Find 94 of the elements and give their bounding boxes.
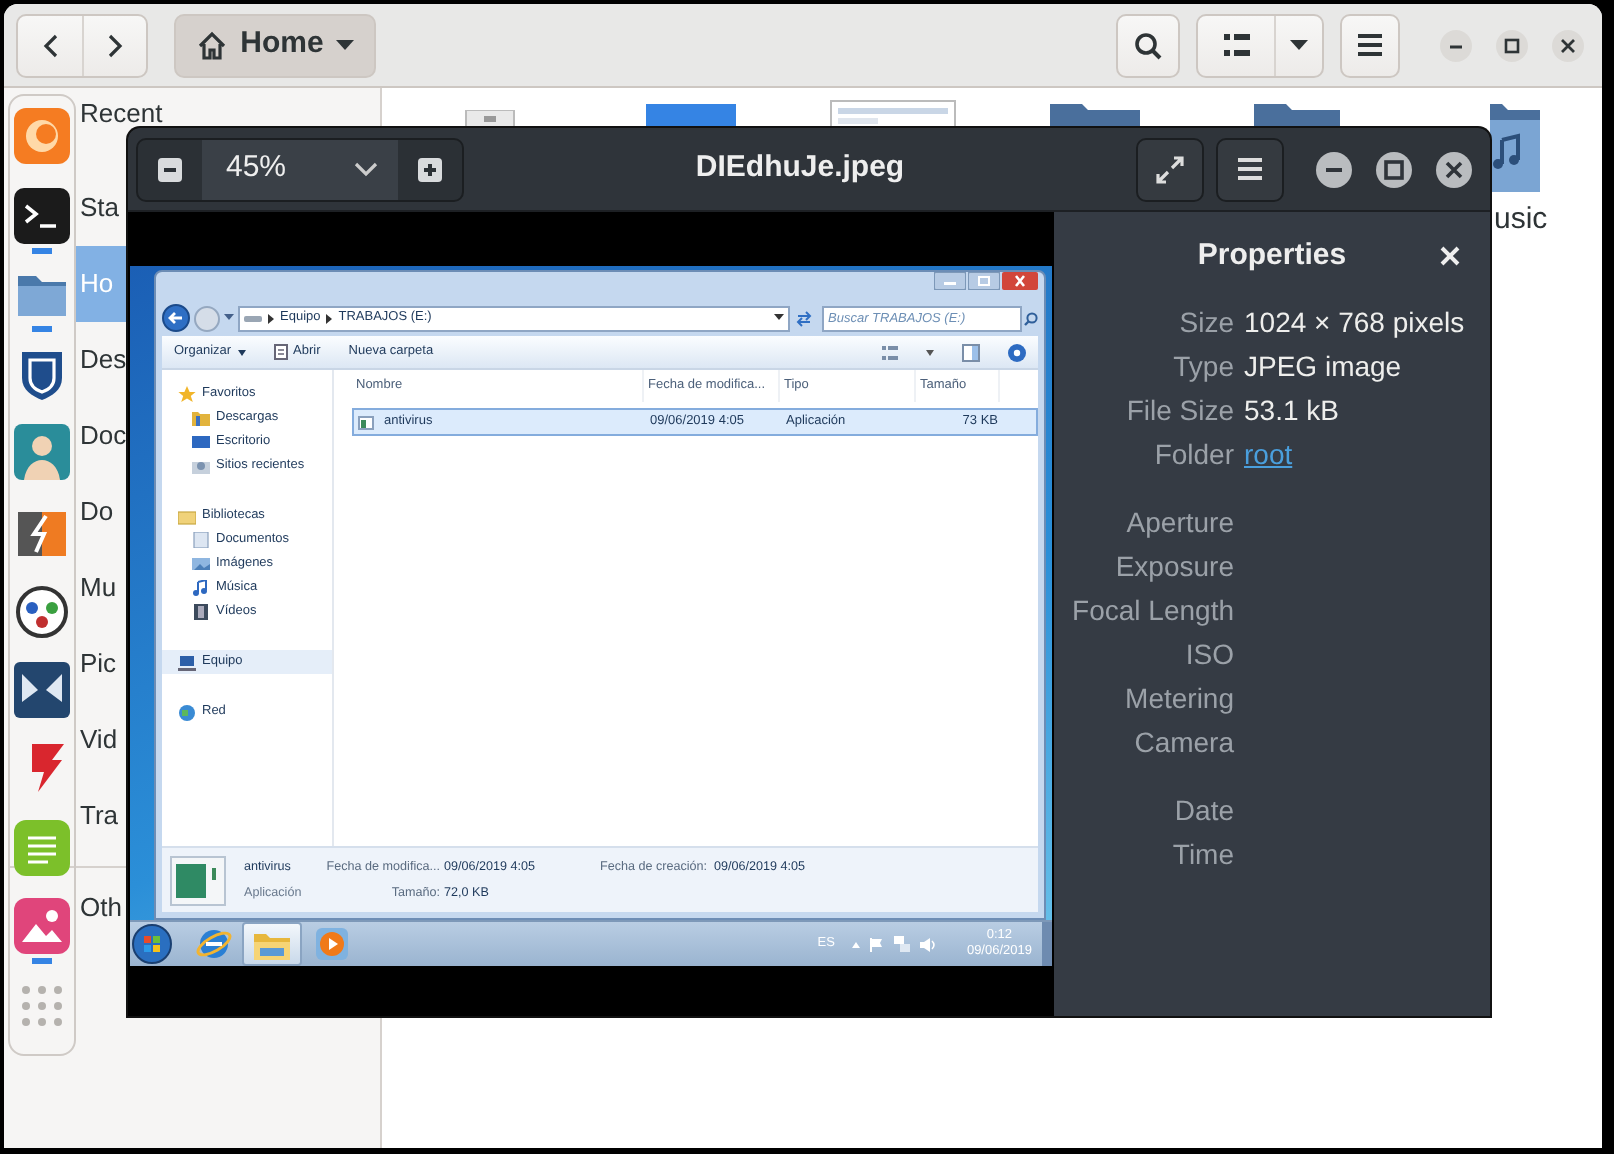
chevron-down-icon (354, 161, 378, 177)
property-label: Folder (1152, 436, 1234, 474)
menu-button[interactable] (1216, 137, 1284, 201)
property-label: Camera (1132, 724, 1234, 762)
folder-icon (192, 410, 210, 426)
preview-pane-icon[interactable] (962, 343, 980, 361)
caret-down-icon[interactable] (926, 349, 934, 355)
property-label: Exposure (1113, 548, 1234, 586)
minimize-icon[interactable] (1316, 151, 1352, 187)
music-folder-icon[interactable] (1490, 104, 1540, 192)
folder-label[interactable]: usic (1494, 198, 1548, 243)
library-icon (178, 507, 196, 525)
minimize-icon[interactable] (1440, 29, 1472, 61)
caret-down-icon (335, 39, 354, 51)
property-label: Metering (1123, 680, 1234, 718)
sidebar-item[interactable]: Oth (76, 870, 128, 946)
plus-icon (418, 157, 442, 181)
property-label: Size (1177, 304, 1234, 342)
property-value: JPEG image (1244, 348, 1404, 386)
property-label: File Size (1124, 392, 1234, 430)
caret-down-icon (1290, 39, 1308, 51)
image-icon[interactable] (14, 898, 70, 954)
media-player-icon[interactable] (316, 928, 348, 960)
location-button[interactable]: Home (174, 13, 376, 77)
property-value: 1024 × 768 pixels (1244, 304, 1467, 342)
picture-icon (192, 556, 210, 572)
tile-icon[interactable] (14, 661, 70, 717)
music-icon (192, 580, 210, 596)
clock-folder-icon (192, 458, 210, 474)
menu-icon (1238, 158, 1262, 180)
chevron-left-icon (42, 33, 58, 57)
sidebar-item[interactable]: Tra (76, 778, 128, 854)
property-label: Type (1171, 348, 1234, 386)
window-title: DIEdhuJe.jpeg (693, 148, 907, 189)
search-icon (1134, 31, 1162, 59)
file-thumbnail (170, 855, 226, 905)
document-icon (192, 532, 210, 548)
property-label: ISO (1183, 636, 1234, 674)
globe-icon (178, 703, 196, 721)
home-icon (196, 29, 229, 61)
property-label: Time (1170, 836, 1234, 874)
caret-down-icon (237, 349, 246, 355)
zoom-level-dropdown[interactable]: 45% (202, 139, 398, 199)
folder-link[interactable]: root (1244, 432, 1490, 476)
list-view-icon (1223, 34, 1249, 56)
terminal-icon[interactable] (14, 187, 70, 243)
menu-icon (1358, 34, 1382, 56)
caret-down-icon[interactable] (774, 314, 784, 322)
close-icon[interactable] (1552, 29, 1584, 61)
expand-icon (1154, 153, 1186, 185)
start-icon[interactable] (132, 924, 172, 964)
back-icon[interactable] (162, 304, 190, 332)
computer-icon (178, 653, 196, 671)
refresh-icon[interactable] (794, 308, 814, 328)
sidebar-item[interactable]: Do (76, 474, 128, 550)
sidebar-item[interactable]: Recent (76, 94, 163, 128)
sidebar-item[interactable]: Des (76, 322, 128, 398)
thumbnail-icon[interactable] (830, 100, 956, 128)
help-icon[interactable] (1008, 343, 1026, 361)
chevron-right-icon (326, 313, 333, 323)
sidebar-item[interactable]: Pic (76, 626, 128, 702)
chevron-right-icon (107, 33, 123, 57)
sidebar-item[interactable]: Mu (76, 550, 128, 626)
property-value: 53.1 kB (1244, 392, 1341, 430)
sidebar-item[interactable]: Doc (76, 398, 128, 474)
property-label: Aperture (1124, 504, 1234, 542)
view-icon[interactable] (882, 345, 898, 359)
taskbar-button[interactable] (242, 922, 302, 966)
image-file-icon[interactable] (646, 104, 736, 128)
browser-icon[interactable] (196, 926, 232, 962)
maximize-icon[interactable] (1376, 151, 1412, 187)
document-icon (273, 344, 288, 360)
person-icon[interactable] (14, 424, 70, 480)
ball-icon[interactable] (14, 582, 70, 638)
close-icon[interactable] (1440, 246, 1460, 266)
fullscreen-button[interactable] (1136, 137, 1204, 201)
close-icon[interactable] (1002, 272, 1038, 290)
maximize-icon[interactable] (1496, 29, 1528, 61)
minus-icon (158, 157, 182, 181)
close-icon[interactable] (1436, 151, 1472, 187)
application-icon (358, 415, 374, 429)
property-label: Date (1172, 792, 1234, 830)
film-icon (192, 604, 210, 620)
search-icon (1024, 311, 1038, 325)
search-button[interactable] (1116, 13, 1180, 77)
star-icon (178, 385, 196, 403)
drive-icon (244, 313, 262, 323)
monitor-icon (192, 434, 210, 450)
folder-icon (254, 929, 290, 959)
panel-title: Properties (1195, 235, 1349, 276)
sidebar-item[interactable]: Sta (76, 170, 128, 246)
sidebar-item[interactable]: Vid (76, 702, 128, 778)
chevron-right-icon (268, 313, 274, 323)
property-label: Focal Length (1070, 592, 1234, 630)
